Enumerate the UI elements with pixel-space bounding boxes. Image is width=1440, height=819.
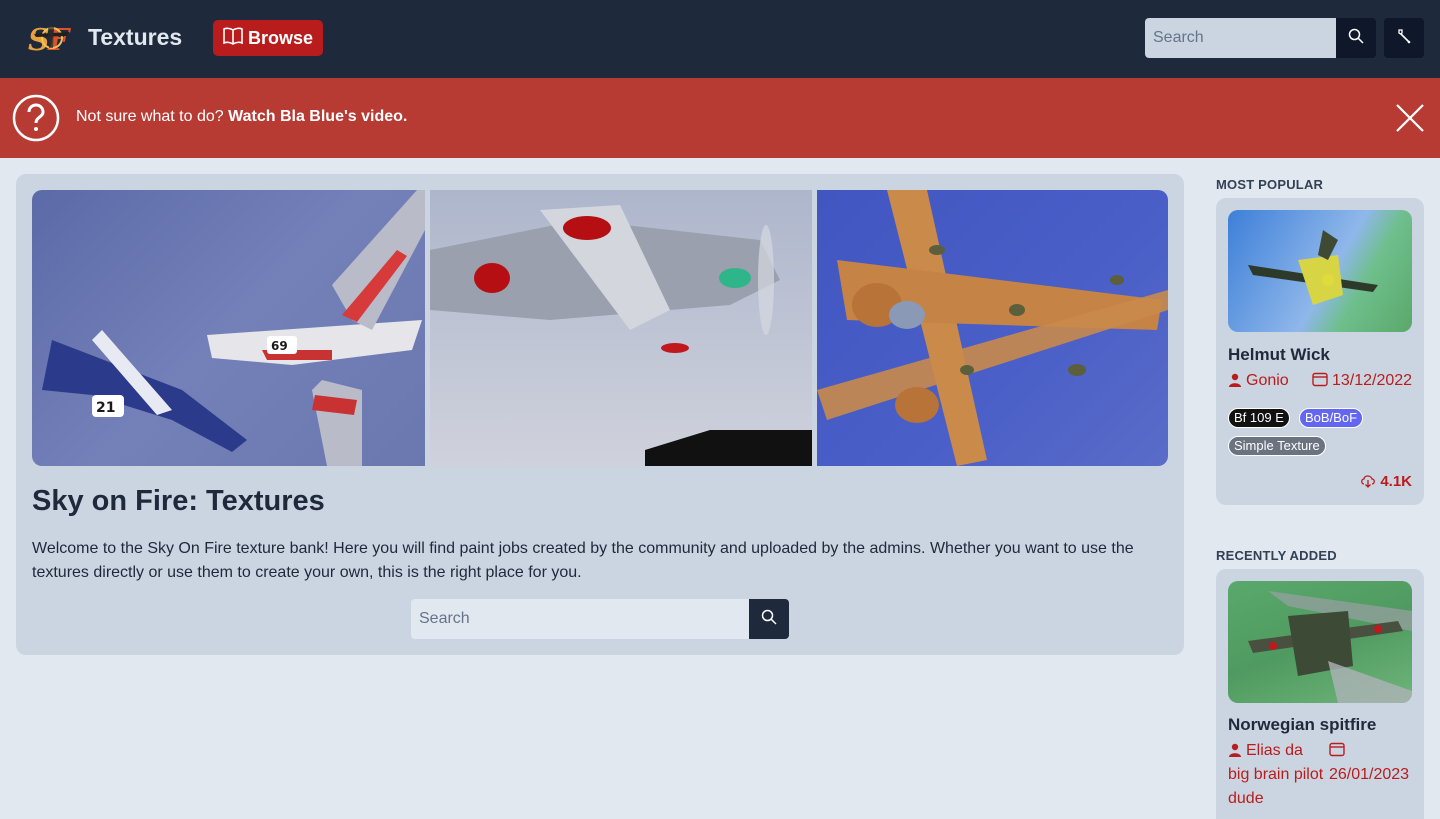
popular-date-value: 13/12/2022	[1332, 372, 1413, 389]
recent-texture-title[interactable]: Norwegian spitfire	[1228, 715, 1376, 735]
user-icon	[1228, 742, 1246, 759]
close-icon	[1394, 104, 1426, 138]
banner-video-link[interactable]: Watch Bla Blue's video.	[228, 108, 407, 125]
popular-texture-thumbnail[interactable]	[1228, 210, 1412, 332]
wrench-icon	[1396, 28, 1412, 49]
navbar: S F Textures Browse	[0, 0, 1440, 78]
banner-text: Not sure what to do?	[76, 108, 224, 125]
popular-downloads: 4.1K	[1360, 473, 1412, 490]
popular-texture-title[interactable]: Helmut Wick	[1228, 345, 1330, 365]
recent-date: 26/01/2023	[1329, 739, 1421, 787]
svg-text:21: 21	[96, 400, 115, 416]
hero-image-japanese-fighter	[430, 190, 812, 466]
tag-aircraft[interactable]: Bf 109 E	[1228, 408, 1290, 428]
calendar-icon	[1329, 742, 1349, 759]
main-search-input[interactable]	[411, 599, 749, 639]
svg-text:S: S	[28, 23, 50, 58]
popular-date: 13/12/2022	[1312, 369, 1412, 393]
browse-label: Browse	[247, 27, 314, 48]
recent-texture-thumbnail[interactable]	[1228, 581, 1412, 703]
site-brand[interactable]: Textures	[88, 24, 182, 51]
page-title: Sky on Fire: Textures	[32, 485, 325, 517]
page-description: Welcome to the Sky On Fire texture bank!…	[32, 540, 1134, 581]
help-banner: Not sure what to do? Watch Bla Blue's vi…	[0, 78, 1440, 158]
tag-campaign[interactable]: BoB/BoF	[1299, 408, 1364, 428]
svg-text:69: 69	[271, 339, 288, 353]
tools-button[interactable]	[1384, 18, 1424, 58]
navbar-search-button[interactable]	[1336, 18, 1376, 58]
browse-button[interactable]: Browse	[213, 20, 323, 56]
hero-image-racing-planes: 21 69	[32, 190, 425, 466]
question-circle-icon	[12, 94, 60, 142]
hero-image-camo-bomber	[817, 190, 1168, 466]
recent-author-line2: big brain pilot	[1228, 766, 1324, 783]
close-banner-button[interactable]	[1394, 102, 1426, 134]
popular-author[interactable]: Gonio	[1228, 369, 1289, 393]
recent-author-line3: dude	[1228, 790, 1264, 807]
popular-texture-card[interactable]: Helmut Wick Gonio 13/12/2022 Bf 109 E Bo…	[1216, 198, 1424, 505]
recent-author-line1: Elias da	[1246, 742, 1303, 759]
calendar-icon	[1312, 372, 1332, 389]
popular-author-name: Gonio	[1246, 372, 1289, 389]
recent-date-value: 26/01/2023	[1329, 766, 1410, 783]
banner-message: Not sure what to do? Watch Bla Blue's vi…	[76, 108, 407, 126]
popular-download-count: 4.1K	[1380, 473, 1412, 490]
most-popular-heading: MOST POPULAR	[1216, 177, 1324, 192]
site-logo[interactable]: S F	[26, 18, 78, 58]
recent-texture-card[interactable]: Norwegian spitfire Elias da big brain pi…	[1216, 569, 1424, 819]
main-search-button[interactable]	[749, 599, 789, 639]
user-icon	[1228, 372, 1246, 389]
recent-author[interactable]: Elias da big brain pilot dude	[1228, 739, 1328, 811]
search-icon	[761, 609, 777, 630]
tag-texture-type[interactable]: Simple Texture	[1228, 436, 1326, 456]
hero-image-strip: 21 69	[32, 190, 1168, 466]
search-icon	[1348, 28, 1364, 49]
book-icon	[223, 27, 243, 50]
cloud-download-icon	[1360, 473, 1376, 490]
recently-added-heading: RECENTLY ADDED	[1216, 548, 1337, 563]
navbar-search-input[interactable]	[1145, 18, 1336, 58]
hero-card: 21 69 Sky on Fire: Textures Welcome to t…	[16, 174, 1184, 655]
